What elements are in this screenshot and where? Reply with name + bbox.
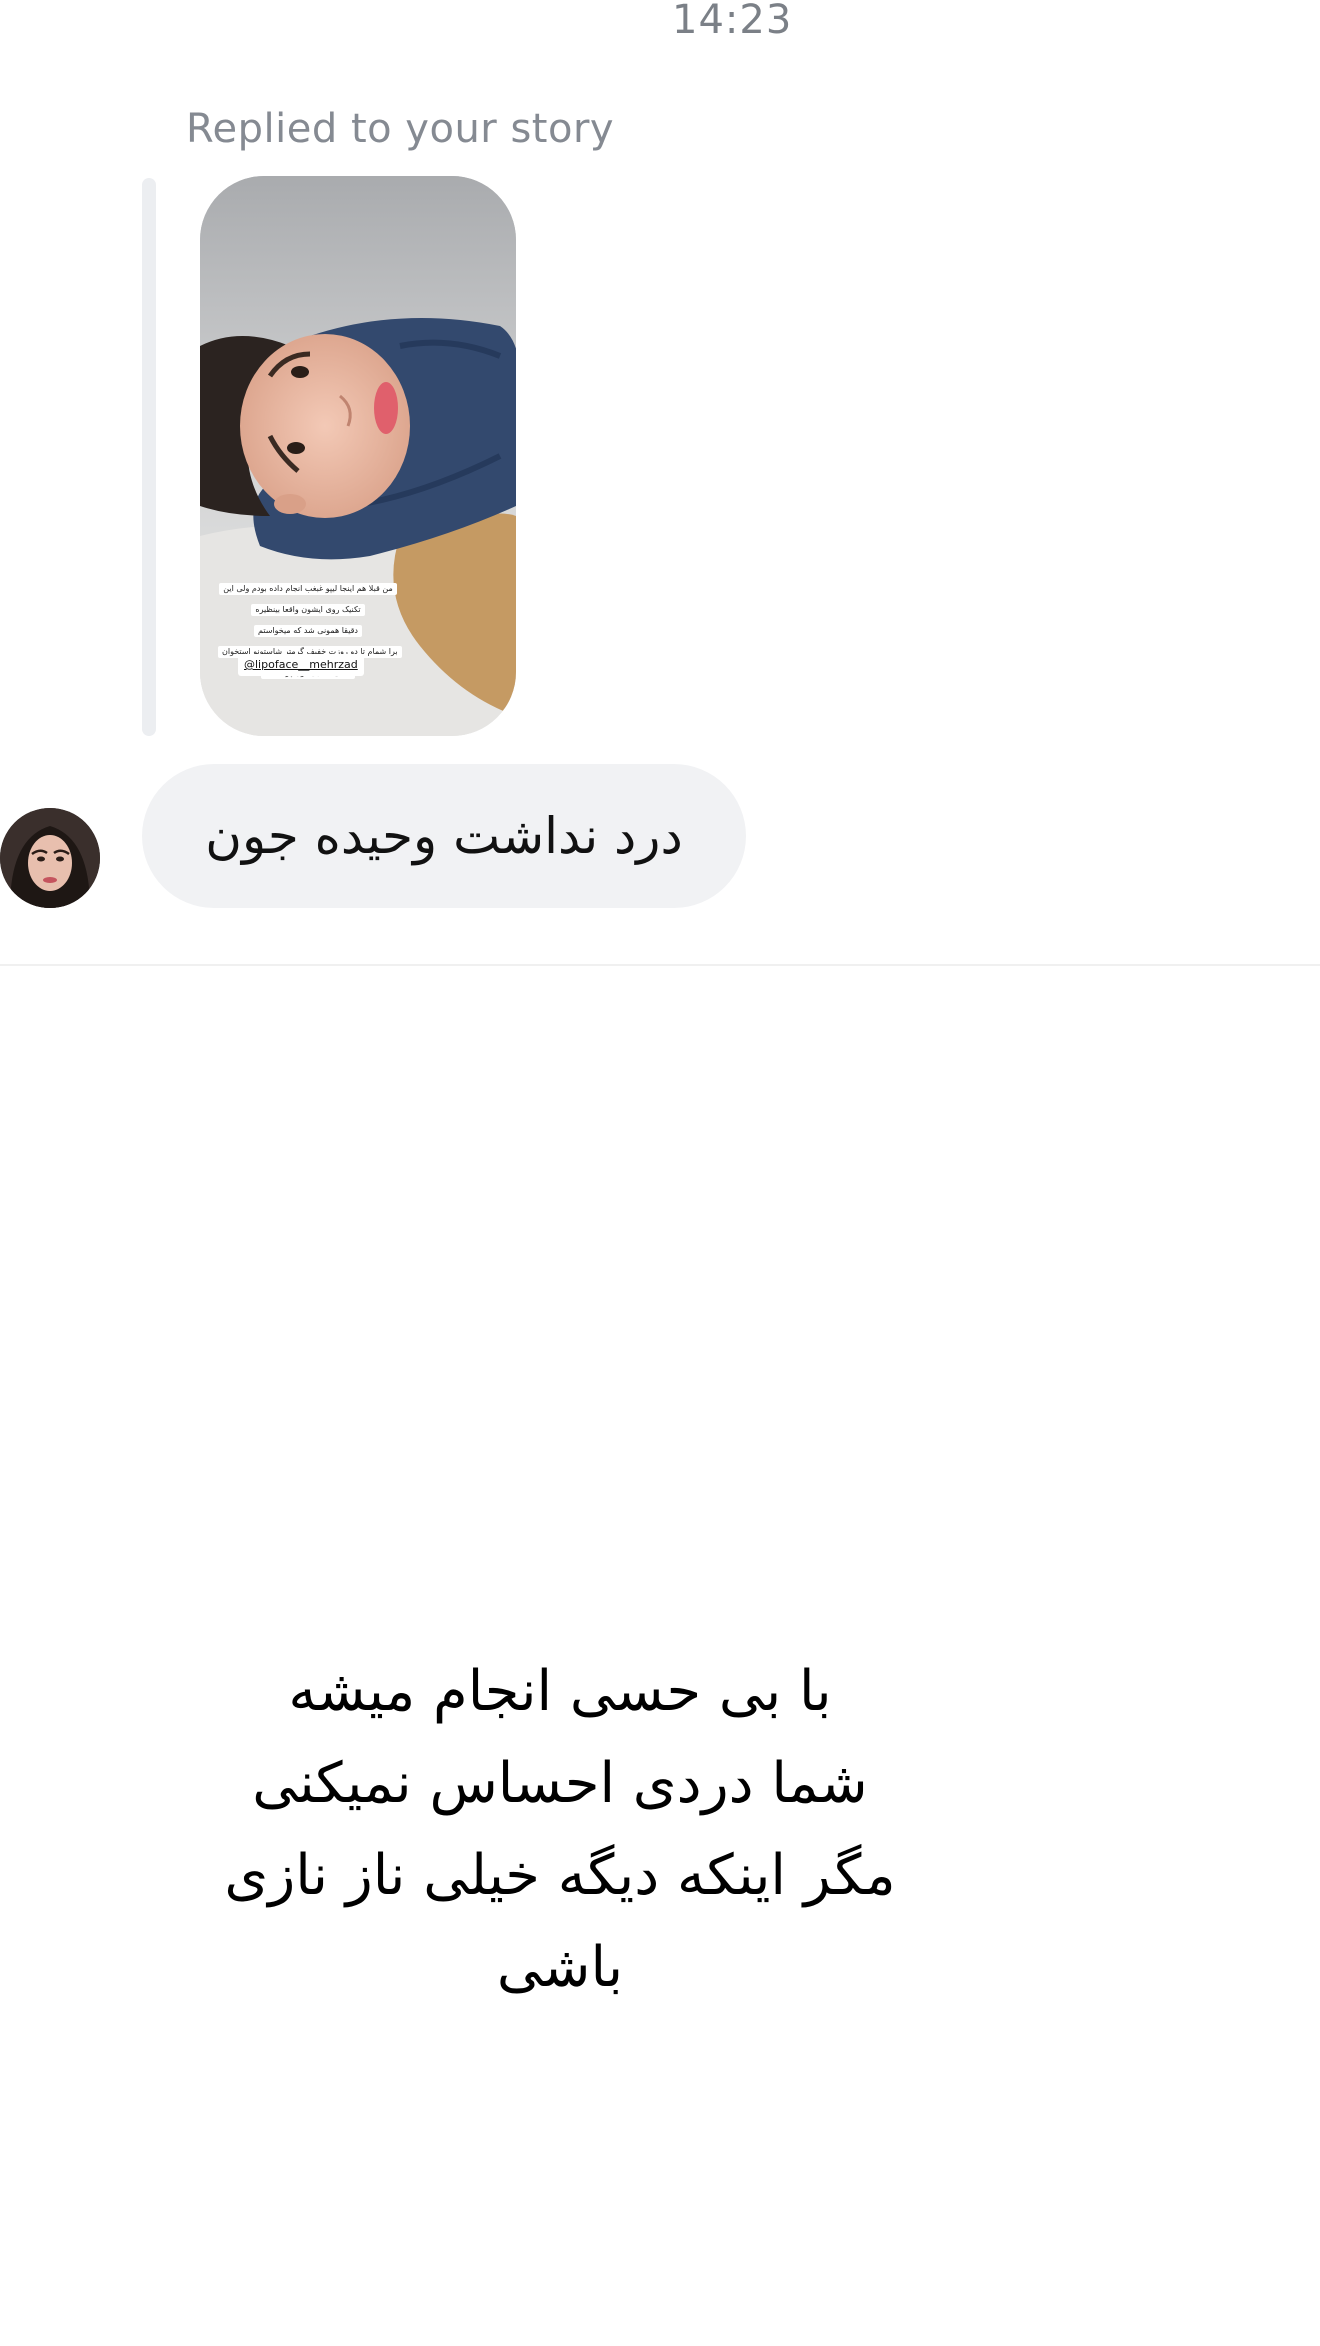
message-bubble[interactable]: درد نداشت وحیده جون [142,764,746,908]
avatar[interactable] [0,808,100,908]
message-text: درد نداشت وحیده جون [205,807,683,865]
message-timestamp: 14:23 [672,0,793,43]
overlay-caption: با بی حسی انجام میشه شما دردی احساس نمیک… [160,1646,960,2014]
story-thumbnail[interactable]: من قبلا هم اینجا لیپو غبغب انجام داده بو… [200,176,516,736]
overlay-caption-line: با بی حسی انجام میشه [288,1659,832,1724]
story-caption-line: تکنیک روی ایشون واقعا بینظیره [251,604,365,616]
story-mention-handle[interactable]: @lipoface__mehrzad [238,654,364,676]
story-caption-line: من قبلا هم اینجا لیپو غبغب انجام داده بو… [219,583,397,595]
reply-quote-bar [142,178,156,736]
overlay-caption-line: شما دردی احساس نمیکنی [252,1751,868,1816]
story-reply-label: Replied to your story [186,106,615,152]
divider [0,964,1320,966]
overlay-caption-line: مگر اینکه دیگه خیلی ناز نازی باشی [224,1843,896,2000]
avatar-photo [0,808,100,908]
story-caption-line: دقیقا همونی شد که میخواستم [254,625,362,637]
